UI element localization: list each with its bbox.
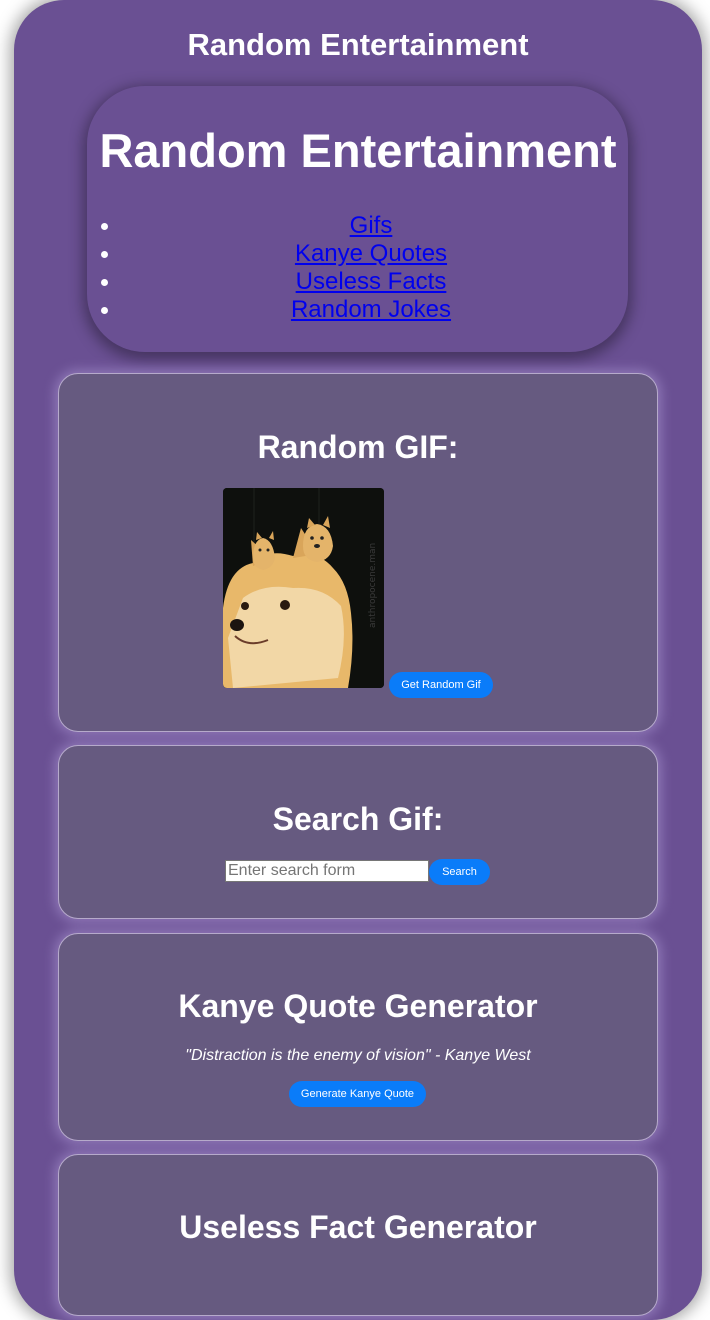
gif-watermark: anthropocene.man (368, 543, 378, 628)
kanye-heading: Kanye Quote Generator (178, 988, 538, 1024)
nav-item-kanye-quotes: Kanye Quotes (101, 240, 623, 268)
nav-list: Gifs Kanye Quotes Useless Facts Random J… (101, 212, 623, 324)
kanye-quote-card: Kanye Quote Generator "Distraction is th… (58, 933, 658, 1141)
search-button[interactable]: Search (429, 859, 490, 885)
doge-image-icon: anthropocene.man (223, 488, 384, 688)
bullet-icon (101, 223, 108, 230)
useless-fact-card: Useless Fact Generator (58, 1154, 658, 1316)
nav-item-gifs: Gifs (101, 212, 623, 240)
nav-item-useless-facts: Useless Facts (101, 268, 623, 296)
get-random-gif-button[interactable]: Get Random Gif (389, 672, 493, 698)
bullet-icon (101, 251, 108, 258)
nav-link-gifs[interactable]: Gifs (350, 212, 393, 239)
search-gif-heading: Search Gif: (272, 801, 444, 837)
bullet-icon (101, 307, 108, 314)
header-title: Random Entertainment (99, 124, 617, 177)
kanye-quote-text: "Distraction is the enemy of vision" - K… (185, 1047, 531, 1064)
nav-link-kanye-quotes[interactable]: Kanye Quotes (295, 240, 447, 267)
nav-link-useless-facts[interactable]: Useless Facts (296, 268, 447, 295)
bullet-icon (101, 279, 108, 286)
random-gif-heading: Random GIF: (257, 429, 459, 465)
nav-link-random-jokes[interactable]: Random Jokes (291, 296, 451, 323)
search-gif-card: Search Gif: (58, 745, 658, 919)
page-title: Random Entertainment (187, 27, 529, 62)
nav-item-random-jokes: Random Jokes (101, 296, 623, 324)
doge-gif-image: anthropocene.man (223, 488, 384, 688)
useless-fact-heading: Useless Fact Generator (179, 1209, 537, 1245)
search-input[interactable] (225, 860, 429, 882)
generate-kanye-quote-button[interactable]: Generate Kanye Quote (289, 1081, 426, 1107)
